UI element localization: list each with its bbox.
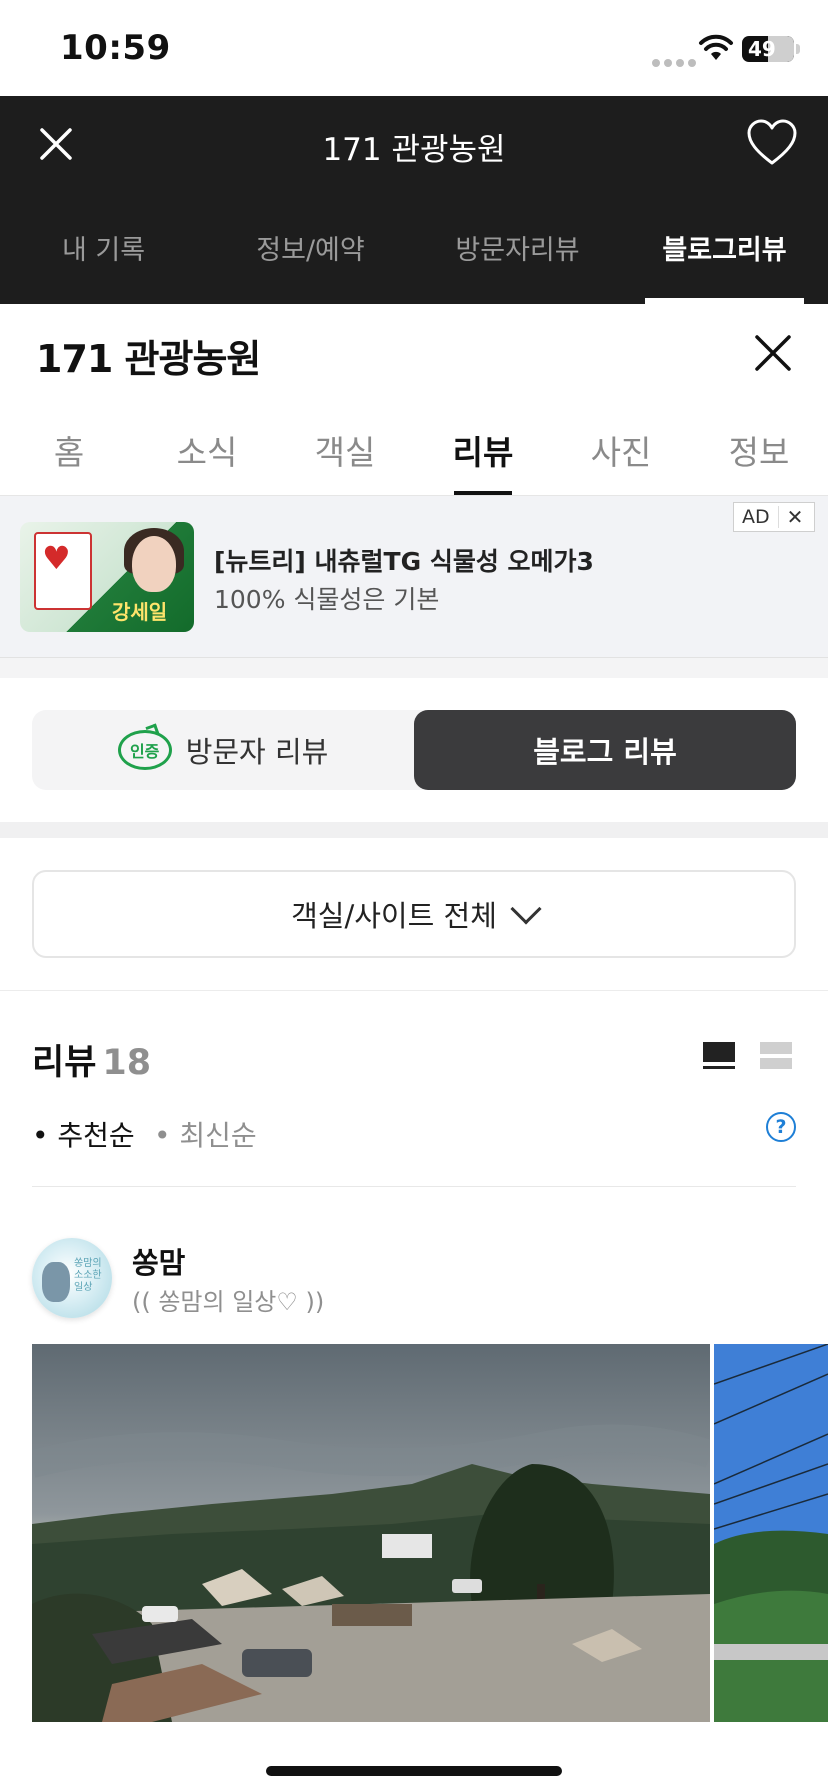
avatar[interactable]: 쏭맘의 소소한 일상 xyxy=(32,1238,112,1318)
cellular-signal-icon xyxy=(652,52,704,67)
section-divider xyxy=(0,658,828,678)
close-icon[interactable]: ✕ xyxy=(779,505,812,529)
tab-visitor-reviews[interactable]: 방문자리뷰 xyxy=(414,204,621,304)
battery-nub xyxy=(796,44,800,54)
tab-rooms[interactable]: 객실 xyxy=(276,410,414,495)
top-navigation-bar: 171 관광농원 내 기록 정보/예약 방문자리뷰 블로그리뷰 xyxy=(0,96,828,304)
ad-label: AD xyxy=(734,506,779,528)
battery-icon: 49 xyxy=(742,36,794,62)
tab-blog-reviews[interactable]: 블로그리뷰 xyxy=(621,204,828,304)
chevron-down-icon xyxy=(510,893,542,925)
review-photo-second[interactable] xyxy=(714,1344,828,1722)
tab-news[interactable]: 소식 xyxy=(138,410,276,495)
sort-latest[interactable]: • 최신순 xyxy=(154,1114,257,1154)
filter-label: 객실/사이트 전체 xyxy=(291,899,497,933)
place-title: 171 관광농원 xyxy=(36,337,261,381)
ad-title[interactable]: [뉴트리] 내츄럴TG 식물성 오메가3 xyxy=(214,542,594,578)
tab-reviews[interactable]: 리뷰 xyxy=(414,410,552,495)
place-tabs: 홈 소식 객실 리뷰 사진 정보 xyxy=(0,410,828,496)
tab-info-booking[interactable]: 정보/예약 xyxy=(207,204,414,304)
visitor-review-button[interactable]: 인증 방문자 리뷰 xyxy=(32,710,414,790)
avatar-figure xyxy=(42,1262,70,1302)
ad-thumbnail[interactable]: ♥ 강세일 xyxy=(20,522,194,632)
ad-badge[interactable]: AD ✕ xyxy=(733,502,815,532)
reviews-count: 18 xyxy=(102,1043,152,1083)
ad-subtitle[interactable]: 100% 식물성은 기본 xyxy=(214,580,439,616)
reviews-title: 리뷰 xyxy=(32,1043,97,1083)
home-indicator xyxy=(266,1766,562,1776)
top-bar-title: 171 관광농원 xyxy=(322,132,506,168)
section-divider xyxy=(0,822,828,838)
reviews-heading: 리뷰 18 xyxy=(32,1034,151,1085)
visitor-review-label: 방문자 리뷰 xyxy=(185,735,329,769)
author-name[interactable]: 쏭맘 xyxy=(132,1240,185,1282)
avatar-logo-text: 쏭맘의 소소한 일상 xyxy=(74,1258,102,1293)
tab-home[interactable]: 홈 xyxy=(0,410,138,495)
top-tabs: 내 기록 정보/예약 방문자리뷰 블로그리뷰 xyxy=(0,204,828,304)
ad-sale-text: 강세일 xyxy=(112,600,168,624)
close-icon[interactable] xyxy=(752,332,794,374)
blog-review-button[interactable]: 블로그 리뷰 xyxy=(414,710,796,790)
list-view-icon[interactable] xyxy=(760,1040,792,1070)
divider xyxy=(32,1186,796,1187)
heart-icon[interactable] xyxy=(746,118,798,168)
sky-photo-image xyxy=(714,1344,828,1722)
divider xyxy=(0,990,828,991)
heart-icon: ♥ xyxy=(42,539,71,577)
tab-info[interactable]: 정보 xyxy=(690,410,828,495)
wifi-icon xyxy=(699,34,733,60)
tab-my-records[interactable]: 내 기록 xyxy=(0,204,207,304)
card-view-icon[interactable] xyxy=(702,1040,736,1070)
blog-name[interactable]: (( 쏭맘의 일상♡ )) xyxy=(132,1282,324,1317)
campsite-photo-image xyxy=(32,1344,710,1722)
tab-photos[interactable]: 사진 xyxy=(552,410,690,495)
status-time: 10:59 xyxy=(60,28,171,68)
help-icon[interactable]: ? xyxy=(766,1112,796,1142)
review-photo-campsite[interactable] xyxy=(32,1344,710,1722)
verified-badge-icon: 인증 xyxy=(117,730,172,770)
room-filter-dropdown[interactable]: 객실/사이트 전체 xyxy=(32,870,796,958)
model-face xyxy=(132,536,176,592)
sort-recommended[interactable]: • 추천순 xyxy=(32,1114,135,1154)
